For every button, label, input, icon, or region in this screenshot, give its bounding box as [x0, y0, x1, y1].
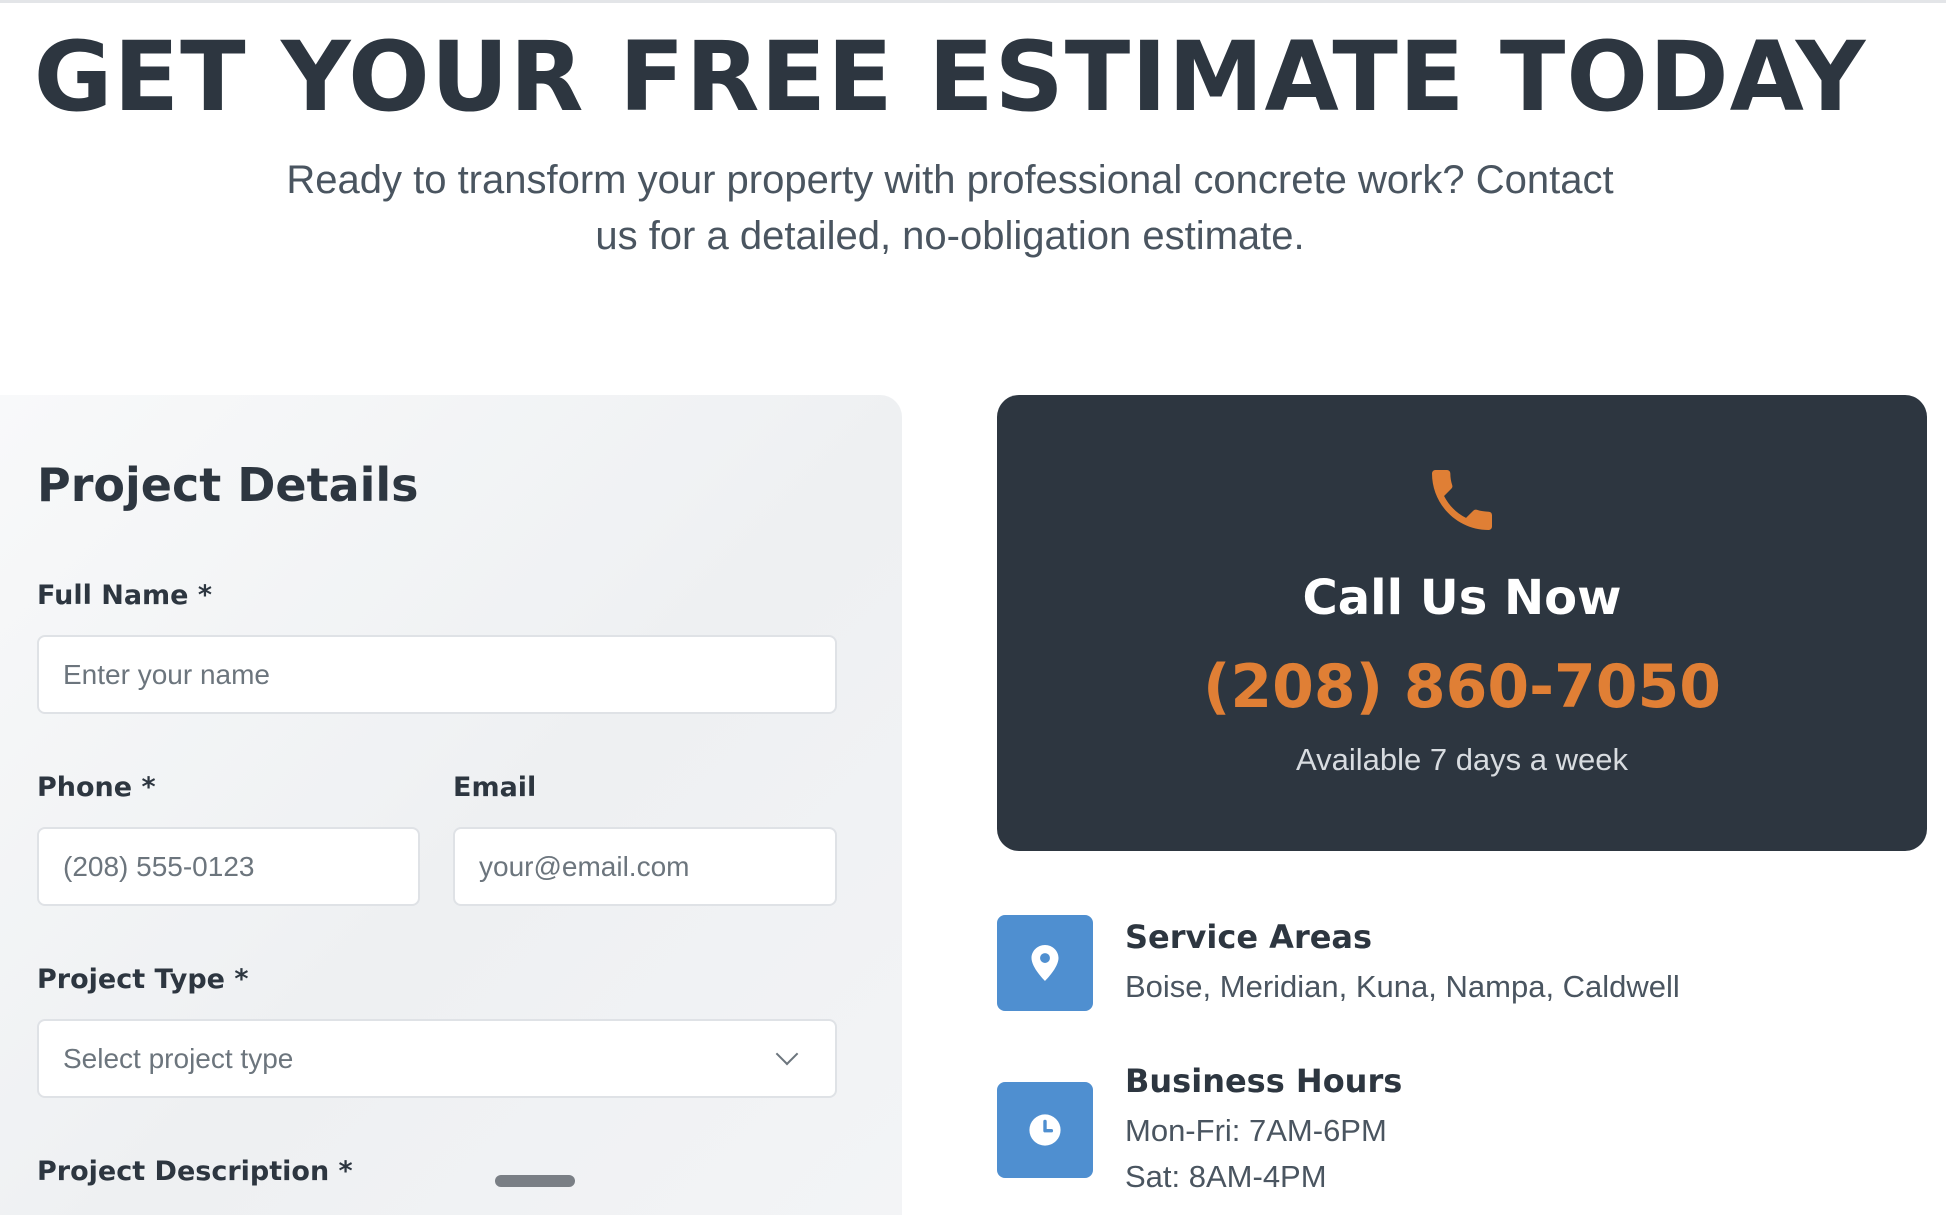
call-card-title: Call Us Now: [1302, 570, 1622, 626]
form-title: Project Details: [37, 458, 419, 512]
project-type-selected-value: Select project type: [63, 1042, 294, 1074]
call-availability-text: Available 7 days a week: [1295, 742, 1629, 777]
business-hours-saturday: Sat: 8AM-4PM: [1125, 1159, 1327, 1194]
phone-input[interactable]: [37, 827, 420, 906]
chevron-down-icon: [775, 1042, 799, 1065]
service-areas-text: Boise, Meridian, Kuna, Nampa, Caldwell: [1125, 969, 1680, 1004]
service-areas-title: Service Areas: [1125, 918, 1373, 956]
full-name-input[interactable]: [37, 635, 837, 714]
full-name-label: Full Name *: [37, 580, 213, 611]
map-pin-icon: [1031, 945, 1059, 981]
service-areas-icon-box: [997, 915, 1093, 1011]
project-type-label: Project Type *: [37, 964, 249, 995]
phone-icon: [1432, 470, 1492, 530]
top-divider: [0, 0, 1946, 3]
email-label: Email: [453, 772, 537, 803]
project-description-label: Project Description *: [37, 1156, 353, 1187]
business-hours-icon-box: [997, 1082, 1093, 1178]
call-phone-number-link[interactable]: (208) 860-7050: [997, 652, 1927, 722]
page-headline: GET YOUR FREE ESTIMATE TODAY: [33, 21, 1867, 133]
business-hours-weekday: Mon-Fri: 7AM-6PM: [1125, 1113, 1387, 1148]
scroll-handle[interactable]: [495, 1175, 575, 1187]
project-type-select[interactable]: Select project type: [37, 1019, 837, 1098]
clock-icon: [1029, 1114, 1061, 1146]
phone-label: Phone *: [37, 772, 156, 803]
business-hours-title: Business Hours: [1125, 1062, 1403, 1100]
page-subtitle: Ready to transform your property with pr…: [286, 158, 1614, 258]
email-input[interactable]: [453, 827, 837, 906]
